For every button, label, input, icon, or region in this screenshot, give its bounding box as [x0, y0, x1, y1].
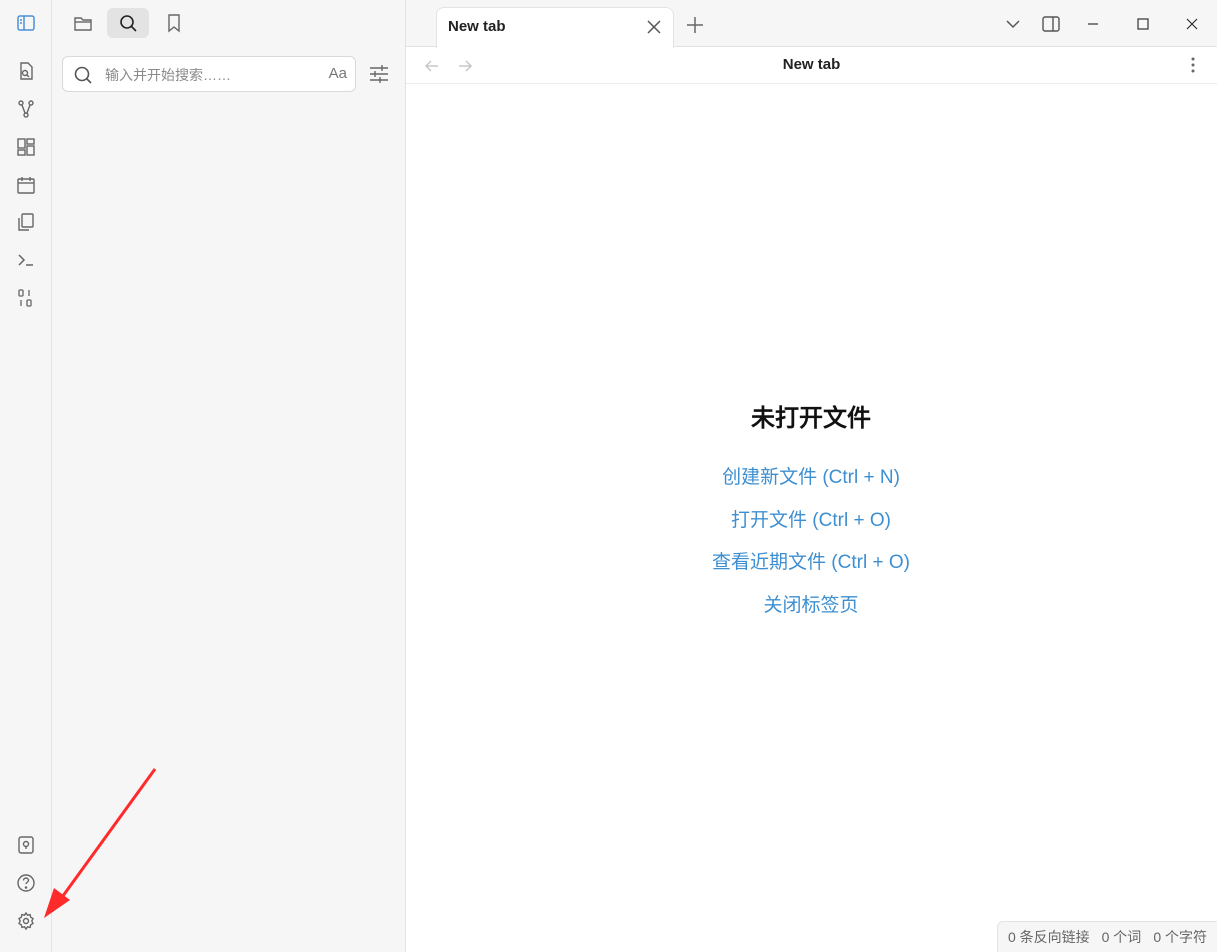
- graph-view-icon[interactable]: [13, 96, 39, 122]
- empty-state-title: 未打开文件: [751, 405, 871, 432]
- binary-icon[interactable]: [13, 285, 39, 311]
- maximize-icon: [1137, 18, 1149, 30]
- search-icon: [74, 66, 92, 84]
- plus-icon[interactable]: [684, 14, 706, 36]
- tab-bar: New tab: [406, 0, 1217, 48]
- minimize-icon: [1088, 23, 1098, 25]
- close-window-button[interactable]: [1181, 13, 1203, 35]
- backlinks-count[interactable]: 0 条反向链接: [1008, 927, 1090, 947]
- empty-state: 未打开文件 创建新文件 (Ctrl + N) 打开文件 (Ctrl + O) 查…: [606, 398, 1016, 627]
- recent-files-link[interactable]: 查看近期文件 (Ctrl + O): [606, 542, 1016, 585]
- command-palette-icon[interactable]: [13, 247, 39, 273]
- files-tab[interactable]: [62, 8, 104, 38]
- open-file-link[interactable]: 打开文件 (Ctrl + O): [606, 500, 1016, 543]
- create-new-file-link[interactable]: 创建新文件 (Ctrl + N): [606, 457, 1016, 500]
- bookmarks-tab[interactable]: [153, 8, 195, 38]
- ribbon: [0, 0, 52, 952]
- daily-note-icon[interactable]: [13, 172, 39, 198]
- help-icon[interactable]: [13, 870, 39, 896]
- match-case-button[interactable]: Aa: [329, 65, 347, 82]
- view-title: New tab: [782, 56, 841, 73]
- open-quick-switcher-icon[interactable]: [13, 58, 39, 84]
- close-tab-link[interactable]: 关闭标签页: [606, 585, 1016, 628]
- more-options-icon[interactable]: [1183, 55, 1203, 75]
- canvas-icon[interactable]: [13, 134, 39, 160]
- search-tab[interactable]: [107, 8, 149, 38]
- templates-icon[interactable]: [13, 209, 39, 235]
- search-input[interactable]: [105, 63, 315, 87]
- tab-list-button[interactable]: [1002, 13, 1024, 35]
- tab-new-tab[interactable]: New tab: [436, 7, 674, 48]
- close-icon[interactable]: [645, 18, 663, 36]
- tab-title: New tab: [448, 18, 506, 35]
- settings-icon[interactable]: [13, 908, 39, 934]
- bookmark-icon: [168, 14, 180, 33]
- vault-icon[interactable]: [13, 832, 39, 858]
- status-bar: 0 条反向链接 0 个词 0 个字符: [996, 921, 1217, 952]
- sidebar-right-icon: [1042, 16, 1060, 32]
- word-count: 0 个词: [1101, 929, 1142, 945]
- search-icon: [120, 15, 137, 32]
- view-header: New tab: [406, 47, 1217, 84]
- char-count: 0 个字符: [1153, 929, 1207, 945]
- maximize-button[interactable]: [1132, 13, 1154, 35]
- right-sidebar-toggle[interactable]: [1040, 13, 1062, 35]
- app-window: Aa New tab: [0, 0, 1217, 952]
- main-pane: New tab New tab 未打开文件 创建新文件 (Ctrl + N) 打…: [406, 0, 1217, 952]
- search-settings-icon[interactable]: [368, 63, 390, 85]
- search-box: Aa: [62, 56, 356, 92]
- chevron-down-icon: [1006, 20, 1020, 29]
- sidebar-toggle-icon[interactable]: [13, 10, 39, 36]
- minimize-button[interactable]: [1082, 13, 1104, 35]
- folder-icon: [74, 17, 92, 31]
- close-icon: [1186, 18, 1198, 30]
- left-sidebar: Aa: [52, 0, 406, 952]
